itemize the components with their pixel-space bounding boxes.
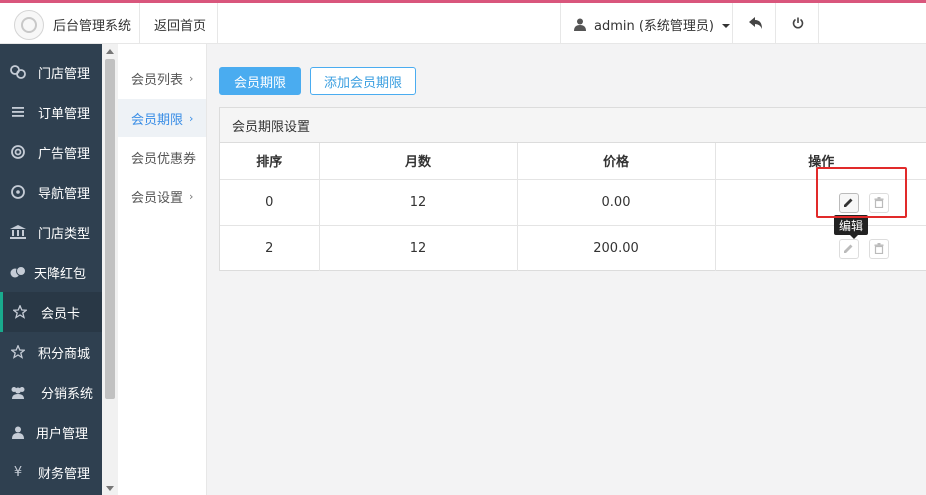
sidebar-item-store-types[interactable]: 门店类型 bbox=[0, 212, 102, 252]
submenu-item-label: 会员设置 bbox=[131, 190, 184, 206]
star-icon bbox=[12, 304, 28, 320]
sidebar-item-distribution[interactable]: 分销系统 bbox=[0, 372, 102, 412]
sidebar-item-label: 积分商城 bbox=[38, 346, 91, 362]
divider bbox=[732, 3, 733, 44]
divider bbox=[560, 3, 561, 44]
chevron-right-icon: › bbox=[189, 189, 194, 203]
chevron-right-icon: › bbox=[189, 71, 194, 85]
sidebar-item-label: 门店管理 bbox=[38, 66, 91, 82]
cell-sort: 0 bbox=[220, 179, 320, 226]
submenu-item-member-list[interactable]: 会员列表 › bbox=[118, 59, 206, 97]
highlight-box bbox=[816, 167, 907, 218]
sidebar-item-label: 财务管理 bbox=[38, 466, 91, 482]
list-icon bbox=[10, 104, 26, 120]
sidebar-item-stores[interactable]: 门店管理 bbox=[0, 52, 102, 92]
submenu-item-member-term[interactable]: 会员期限 › bbox=[118, 99, 206, 137]
divider bbox=[818, 3, 819, 44]
add-member-term-button[interactable]: 添加会员期限 bbox=[310, 67, 416, 95]
star-icon bbox=[10, 344, 26, 360]
sidebar-item-nav[interactable]: 导航管理 bbox=[0, 172, 102, 212]
sidebar-item-label: 广告管理 bbox=[38, 146, 91, 162]
back-button[interactable] bbox=[746, 13, 766, 33]
sidebar-item-label: 订单管理 bbox=[38, 106, 91, 122]
chevron-right-icon: › bbox=[189, 111, 194, 125]
sidebar-item-label: 会员卡 bbox=[41, 306, 81, 322]
sidebar-item-users[interactable]: 用户管理 bbox=[0, 412, 102, 452]
column-header-price: 价格 bbox=[517, 143, 716, 180]
user-label: admin (系统管理员) bbox=[594, 19, 715, 34]
sidebar-item-label: 天降红包 bbox=[34, 266, 87, 282]
cell-sort: 2 bbox=[220, 225, 320, 271]
trash-icon bbox=[874, 243, 883, 254]
divider bbox=[139, 3, 140, 44]
user-icon bbox=[10, 424, 26, 440]
submenu-item-label: 会员列表 bbox=[131, 72, 184, 88]
submenu: 会员列表 › 会员期限 › 会员优惠券 会员设置 › bbox=[118, 44, 207, 495]
user-menu[interactable]: admin (系统管理员) bbox=[574, 15, 731, 34]
table-row: 2 12 200.00 bbox=[220, 225, 926, 271]
cell-actions bbox=[715, 225, 926, 271]
tooltip-text: 编辑 bbox=[839, 218, 864, 233]
cell-months: 12 bbox=[319, 179, 518, 226]
panel-title: 会员期限设置 bbox=[220, 108, 926, 143]
bank-icon bbox=[10, 224, 26, 240]
coins-icon bbox=[10, 264, 26, 280]
scroll-up-arrow-icon[interactable] bbox=[106, 49, 114, 54]
delete-button[interactable] bbox=[868, 238, 889, 259]
scroll-down-arrow-icon[interactable] bbox=[106, 486, 114, 491]
top-navbar: 后台管理系统 返回首页 admin (系统管理员) bbox=[0, 0, 926, 44]
edit-button[interactable] bbox=[838, 238, 859, 259]
cell-months: 12 bbox=[319, 225, 518, 271]
sidebar-item-red-packets[interactable]: 天降红包 bbox=[0, 252, 102, 292]
submenu-item-member-settings[interactable]: 会员设置 › bbox=[118, 177, 206, 215]
stores-icon bbox=[10, 64, 26, 80]
submenu-item-member-coupons[interactable]: 会员优惠券 bbox=[118, 138, 206, 176]
cell-price: 200.00 bbox=[517, 225, 716, 271]
power-icon bbox=[792, 17, 804, 29]
column-header-months: 月数 bbox=[319, 143, 518, 180]
column-header-sort: 排序 bbox=[220, 143, 320, 180]
scrollbar-thumb[interactable] bbox=[105, 59, 115, 399]
chevron-down-icon bbox=[722, 23, 731, 28]
sidebar-item-ads[interactable]: 广告管理 bbox=[0, 132, 102, 172]
home-link[interactable]: 返回首页 bbox=[154, 15, 206, 34]
sidebar-item-label: 分销系统 bbox=[41, 386, 94, 402]
sidebar-item-points-mall[interactable]: 积分商城 bbox=[0, 332, 102, 372]
sidebar: 门店管理 订单管理 广告管理 导航管理 门店类型 天降红包 会员卡 积分商城 分… bbox=[0, 44, 102, 495]
pencil-icon bbox=[844, 244, 853, 253]
logout-button[interactable] bbox=[788, 13, 808, 33]
tooltip-arrow bbox=[850, 235, 858, 239]
yen-icon: ¥ bbox=[13, 464, 23, 480]
cell-price: 0.00 bbox=[517, 179, 716, 226]
sidebar-item-finance[interactable]: ¥ 财务管理 bbox=[0, 452, 102, 492]
main-content: 会员期限 添加会员期限 会员期限设置 排序 月数 价格 操作 0 12 0.00 bbox=[207, 44, 926, 495]
compass-icon bbox=[10, 184, 26, 200]
app-title: 后台管理系统 bbox=[53, 19, 132, 34]
sidebar-item-member-card[interactable]: 会员卡 bbox=[0, 292, 102, 332]
sidebar-item-label: 导航管理 bbox=[38, 186, 91, 202]
member-term-button[interactable]: 会员期限 bbox=[219, 67, 301, 95]
sidebar-scrollbar[interactable] bbox=[102, 44, 118, 495]
submenu-item-label: 会员优惠券 bbox=[131, 151, 197, 167]
edit-tooltip: 编辑 bbox=[834, 215, 869, 239]
submenu-item-label: 会员期限 bbox=[131, 112, 184, 128]
reply-icon bbox=[749, 17, 762, 29]
divider bbox=[217, 3, 218, 44]
user-icon bbox=[574, 18, 586, 31]
sidebar-item-label: 用户管理 bbox=[36, 426, 89, 442]
users-icon bbox=[10, 384, 26, 400]
logo bbox=[14, 10, 44, 40]
sidebar-item-label: 门店类型 bbox=[38, 226, 91, 242]
divider bbox=[775, 3, 776, 44]
sidebar-item-orders[interactable]: 订单管理 bbox=[0, 92, 102, 132]
lifebuoy-icon bbox=[10, 144, 26, 160]
